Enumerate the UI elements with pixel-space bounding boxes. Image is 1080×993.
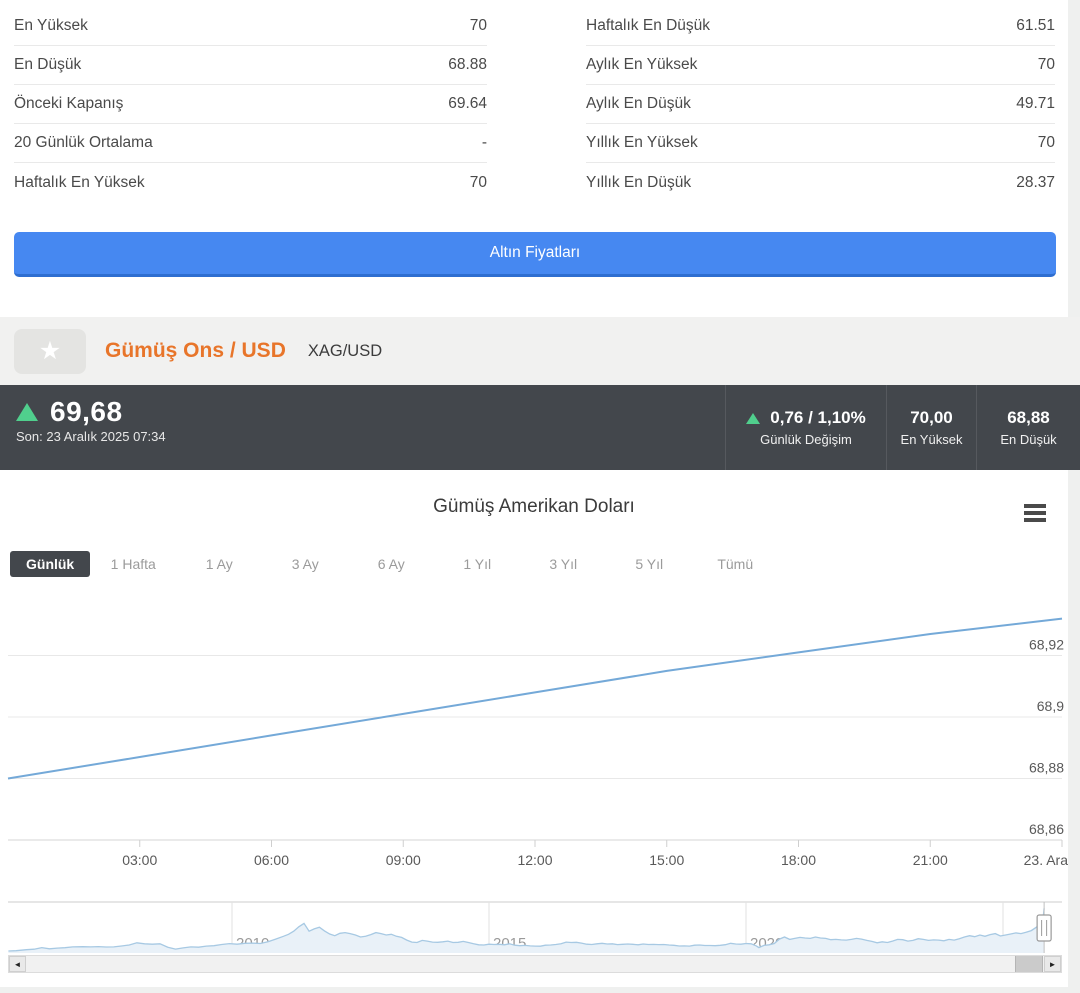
- x-axis-label: 03:00: [122, 852, 157, 868]
- scrollbar-right-arrow[interactable]: ►: [1044, 956, 1061, 972]
- tab-6-ay[interactable]: 6 Ay: [348, 556, 434, 572]
- stat-row: En Yüksek 70: [14, 7, 487, 46]
- stat-label: Haftalık En Yüksek: [14, 174, 145, 192]
- stat-value: 68.88: [448, 56, 487, 74]
- instrument-header: ★ Gümüş Ons / USD XAG/USD: [0, 317, 1080, 385]
- daily-change-value: 0,76 / 1,10%: [770, 408, 865, 428]
- chart-title: Gümüş Amerikan Doları: [0, 496, 1068, 518]
- price-summary-cells: 0,76 / 1,10% Günlük Değişim 70,00 En Yük…: [725, 385, 1080, 470]
- stat-row: Önceki Kapanış 69.64: [14, 85, 487, 124]
- last-price-block: 69,68 Son: 23 Aralık 2025 07:34: [16, 396, 166, 444]
- tab-tumu[interactable]: Tümü: [692, 556, 778, 572]
- chart-menu-icon[interactable]: [1024, 504, 1046, 522]
- star-icon: ★: [39, 337, 61, 365]
- x-axis-label: 12:00: [517, 852, 552, 868]
- tab-5-yil[interactable]: 5 Yıl: [606, 556, 692, 572]
- navigator-handle[interactable]: [1037, 915, 1051, 941]
- last-update-time: Son: 23 Aralık 2025 07:34: [16, 429, 166, 444]
- scrollbar-thumb[interactable]: [1015, 956, 1043, 972]
- tab-1-hafta[interactable]: 1 Hafta: [90, 556, 176, 572]
- tab-3-ay[interactable]: 3 Ay: [262, 556, 348, 572]
- stat-label: Önceki Kapanış: [14, 95, 123, 113]
- stat-value: 70: [1038, 134, 1055, 152]
- chart-navigator[interactable]: 2010201520202025: [0, 899, 1068, 956]
- stat-row: 20 Günlük Ortalama -: [14, 124, 487, 163]
- y-axis-label: 68,9: [1037, 698, 1064, 714]
- y-axis-label: 68,86: [1029, 821, 1064, 837]
- stat-value: 49.71: [1016, 95, 1055, 113]
- day-high-label: En Yüksek: [901, 432, 963, 447]
- day-high-cell: 70,00 En Yüksek: [886, 385, 976, 470]
- stat-row: Yıllık En Yüksek 70: [586, 124, 1055, 163]
- x-axis-label: 21:00: [913, 852, 948, 868]
- stat-value: 69.64: [448, 95, 487, 113]
- stat-value: 70: [470, 174, 487, 192]
- price-bar: 69,68 Son: 23 Aralık 2025 07:34 0,76 / 1…: [0, 385, 1080, 470]
- day-low-value: 68,88: [1007, 408, 1050, 428]
- stat-label: Haftalık En Düşük: [586, 17, 710, 35]
- navigator-area: [8, 908, 1044, 953]
- stat-value: 70: [470, 17, 487, 35]
- tab-gunluk[interactable]: Günlük: [10, 551, 90, 577]
- tab-1-yil[interactable]: 1 Yıl: [434, 556, 520, 572]
- chart-card: Gümüş Amerikan Doları Günlük 1 Hafta 1 A…: [0, 470, 1068, 987]
- up-arrow-icon: [746, 413, 760, 424]
- stat-row: Yıllık En Düşük 28.37: [586, 163, 1055, 202]
- stat-value: -: [482, 134, 487, 152]
- tab-3-yil[interactable]: 3 Yıl: [520, 556, 606, 572]
- price-line-series: [8, 619, 1062, 779]
- stat-row: Aylık En Yüksek 70: [586, 46, 1055, 85]
- last-price: 69,68: [50, 396, 123, 428]
- instrument-code: XAG/USD: [308, 342, 382, 361]
- stat-row: Haftalık En Düşük 61.51: [586, 7, 1055, 46]
- favorite-button[interactable]: ★: [14, 329, 86, 374]
- x-axis-label: 15:00: [649, 852, 684, 868]
- stats-card: En Yüksek 70 En Düşük 68.88 Önceki Kapan…: [0, 0, 1068, 317]
- stat-label: En Düşük: [14, 56, 81, 74]
- stat-value: 28.37: [1016, 174, 1055, 192]
- daily-change-cell: 0,76 / 1,10% Günlük Değişim: [725, 385, 886, 470]
- page: En Yüksek 70 En Düşük 68.88 Önceki Kapan…: [0, 0, 1080, 993]
- gold-prices-button[interactable]: Altın Fiyatları: [14, 232, 1056, 277]
- stat-label: En Yüksek: [14, 17, 88, 35]
- x-axis-label: 23. Ara: [1024, 852, 1068, 868]
- stats-column-right: Haftalık En Düşük 61.51 Aylık En Yüksek …: [586, 7, 1055, 202]
- stat-row: Haftalık En Yüksek 70: [14, 163, 487, 202]
- range-tabs: Günlük 1 Hafta 1 Ay 3 Ay 6 Ay 1 Yıl 3 Yı…: [10, 551, 778, 577]
- stat-label: Aylık En Yüksek: [586, 56, 697, 74]
- stats-column-left: En Yüksek 70 En Düşük 68.88 Önceki Kapan…: [14, 7, 487, 202]
- day-low-cell: 68,88 En Düşük: [976, 385, 1080, 470]
- x-axis-label: 18:00: [781, 852, 816, 868]
- stat-row: En Düşük 68.88: [14, 46, 487, 85]
- stat-label: 20 Günlük Ortalama: [14, 134, 153, 152]
- instrument-title: Gümüş Ons / USD: [105, 339, 286, 363]
- daily-change-label: Günlük Değişim: [760, 432, 852, 447]
- chart-scrollbar[interactable]: ◄ ►: [8, 955, 1062, 973]
- x-axis-label: 09:00: [386, 852, 421, 868]
- scrollbar-left-arrow[interactable]: ◄: [9, 956, 26, 972]
- day-low-label: En Düşük: [1000, 432, 1056, 447]
- y-axis-label: 68,88: [1029, 760, 1064, 776]
- stat-label: Aylık En Düşük: [586, 95, 691, 113]
- stat-label: Yıllık En Yüksek: [586, 134, 698, 152]
- y-axis-label: 68,92: [1029, 637, 1064, 653]
- stat-value: 61.51: [1016, 17, 1055, 35]
- day-high-value: 70,00: [910, 408, 953, 428]
- up-arrow-icon: [16, 403, 38, 421]
- tab-1-ay[interactable]: 1 Ay: [176, 556, 262, 572]
- price-chart: 68,92 68,9 68,88 68,86 03:00 06:00 09:00 12:00 1…: [0, 588, 1068, 880]
- stat-row: Aylık En Düşük 49.71: [586, 85, 1055, 124]
- x-axis-label: 06:00: [254, 852, 289, 868]
- stat-value: 70: [1038, 56, 1055, 74]
- stat-label: Yıllık En Düşük: [586, 174, 691, 192]
